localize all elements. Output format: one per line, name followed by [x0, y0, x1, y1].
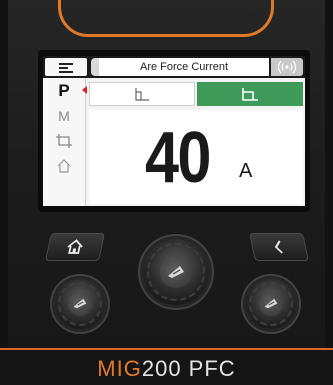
panel-edge-right	[325, 0, 333, 360]
wireless-icon	[277, 60, 297, 74]
model-name: MIG200 PFC	[0, 356, 333, 382]
mode-filled-icon	[242, 88, 258, 101]
right-knob[interactable]	[243, 276, 299, 332]
home-outline-icon	[57, 158, 71, 173]
back-button[interactable]	[249, 233, 309, 261]
main-knob[interactable]	[140, 236, 212, 308]
handle-arc	[58, 0, 274, 37]
panel-edge-left	[0, 0, 8, 360]
sidebar-item-memory[interactable]: M	[43, 103, 85, 128]
menu-button[interactable]	[45, 58, 87, 76]
header-title: Are Force Current	[99, 58, 269, 76]
home-icon	[67, 239, 83, 254]
sidebar-item-label: P	[58, 80, 70, 100]
model-prefix: MIG	[97, 356, 142, 381]
mode-sidebar: P M	[43, 78, 87, 206]
wireless-button[interactable]	[271, 58, 303, 76]
model-suffix: 200 PFC	[141, 356, 236, 381]
tab-mode-b[interactable]	[197, 82, 303, 106]
current-unit: A	[239, 160, 253, 182]
value-display: 40 A	[89, 110, 303, 204]
display-screen: Are Force Current P M 40 A	[43, 56, 305, 206]
sidebar-item-program[interactable]: P	[43, 78, 87, 103]
knob-face	[160, 256, 192, 288]
tab-mode-a[interactable]	[89, 82, 195, 106]
crop-icon	[56, 133, 72, 148]
current-value: 40	[145, 118, 211, 198]
screen-header: Are Force Current	[43, 56, 305, 78]
knob-logo-icon	[167, 265, 184, 278]
sidebar-item-label: M	[58, 107, 70, 124]
machine-panel: Are Force Current P M 40 A MIG200 PFC	[0, 0, 333, 385]
chevron-left-icon	[274, 240, 283, 254]
mode-tabs	[89, 82, 303, 106]
knob-logo-icon	[73, 299, 87, 309]
knob-logo-icon	[264, 299, 278, 309]
left-knob[interactable]	[52, 276, 108, 332]
sidebar-item-crop[interactable]	[43, 128, 85, 153]
mode-outline-icon	[135, 88, 149, 101]
sidebar-item-home[interactable]	[43, 153, 85, 178]
home-button[interactable]	[45, 233, 105, 261]
active-marker	[82, 86, 87, 94]
accent-line	[0, 348, 333, 350]
settings-menu-icon	[59, 63, 73, 73]
header-back-button[interactable]	[91, 58, 99, 76]
